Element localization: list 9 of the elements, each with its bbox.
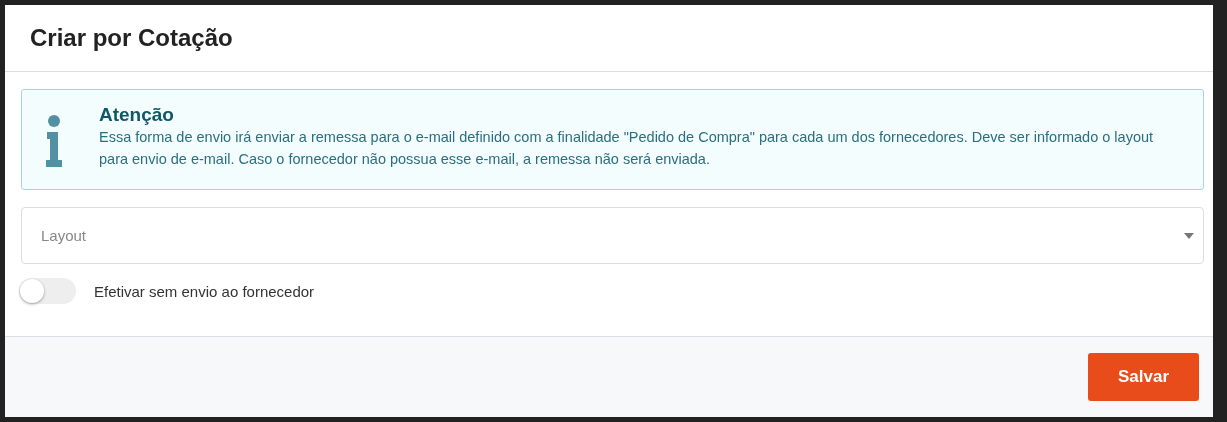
toggle-label: Efetivar sem envio ao fornecedor	[94, 282, 315, 300]
caret-icon	[1184, 232, 1194, 239]
save-button[interactable]: Salvar	[1088, 353, 1199, 401]
layout-select[interactable]: Layout	[21, 207, 1204, 264]
alert-message: Essa forma de envio irá enviar a remessa para o e-mail definido com a finalidade "Pedido de Compra" para cada um dos fornecedores. Deve ser informado o layout para envio de e-mail. Caso o fornecedor não possua esse e-mail, a remessa não será enviada.	[99, 128, 1155, 169]
toggle-switch[interactable]	[19, 278, 76, 304]
alert-title: Atenção	[99, 104, 175, 126]
dialog-title: Criar por Cotação	[30, 24, 233, 52]
info-icon	[44, 114, 64, 168]
